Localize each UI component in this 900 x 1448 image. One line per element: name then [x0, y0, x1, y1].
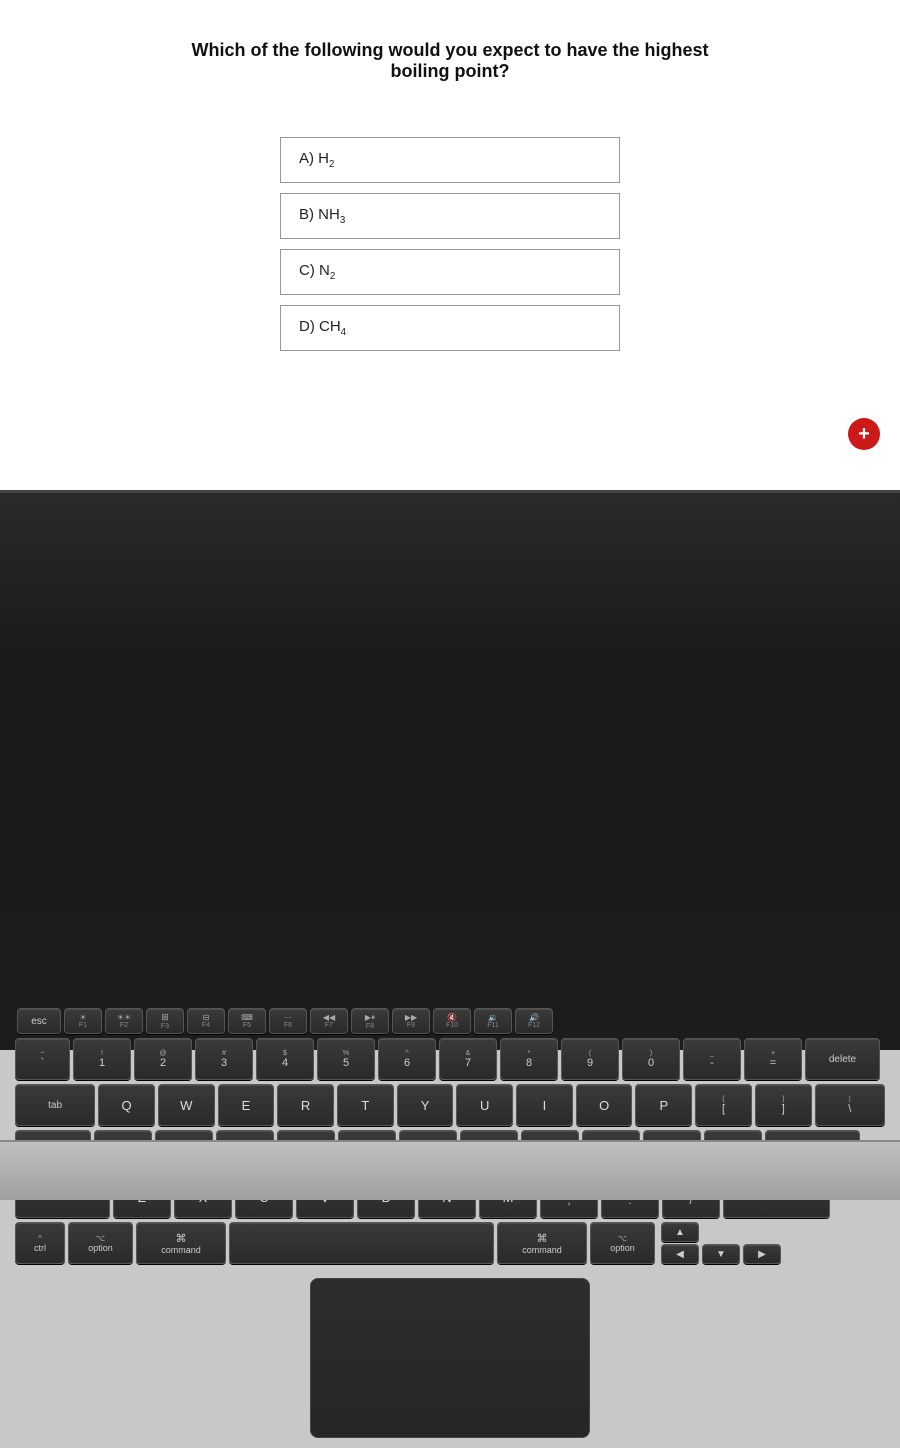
- key-arrow-right[interactable]: ▶: [743, 1244, 781, 1264]
- key-ctrl[interactable]: ^ ctrl: [15, 1222, 65, 1264]
- key-f3[interactable]: ⊞ F3: [146, 1008, 184, 1034]
- bottom-modifier-row: ^ ctrl ⌥ option ⌘ command ⌘ command ⌥ op…: [15, 1222, 885, 1264]
- key-f5[interactable]: ⌨ F5: [228, 1008, 266, 1034]
- key-5[interactable]: % 5: [317, 1038, 375, 1080]
- key-f8[interactable]: ▶⏸ F8: [351, 1008, 389, 1034]
- key-6[interactable]: ^ 6: [378, 1038, 436, 1080]
- plus-button[interactable]: +: [848, 418, 880, 450]
- key-rbracket[interactable]: } ]: [755, 1084, 812, 1126]
- key-i[interactable]: I: [516, 1084, 573, 1126]
- key-t[interactable]: T: [337, 1084, 394, 1126]
- answer-option-b[interactable]: B) NH3: [280, 193, 620, 239]
- key-e[interactable]: E: [218, 1084, 275, 1126]
- key-f12[interactable]: 🔊 F12: [515, 1008, 553, 1034]
- key-w[interactable]: W: [158, 1084, 215, 1126]
- key-f4[interactable]: ⊟ F4: [187, 1008, 225, 1034]
- screen-area: Which of the following would you expect …: [0, 0, 900, 530]
- key-1[interactable]: ! 1: [73, 1038, 131, 1080]
- key-7[interactable]: & 7: [439, 1038, 497, 1080]
- key-3[interactable]: # 3: [195, 1038, 253, 1080]
- key-f10[interactable]: 🔇 F10: [433, 1008, 471, 1034]
- key-arrow-up[interactable]: ▲: [661, 1222, 699, 1242]
- answer-option-c[interactable]: C) N2: [280, 249, 620, 295]
- key-f7[interactable]: ◀◀ F7: [310, 1008, 348, 1034]
- fn-row: esc ☀ F1 ☀☀ F2 ⊞ F3 ⊟ F4 ⌨ F5: [15, 1008, 885, 1034]
- laptop-bottom-strip: [0, 1140, 900, 1200]
- key-y[interactable]: Y: [397, 1084, 454, 1126]
- key-f11[interactable]: 🔉 F11: [474, 1008, 512, 1034]
- key-4[interactable]: $ 4: [256, 1038, 314, 1080]
- key-esc[interactable]: esc: [17, 1008, 61, 1034]
- question-text: Which of the following would you expect …: [80, 40, 820, 112]
- laptop-bezel: esc ☀ F1 ☀☀ F2 ⊞ F3 ⊟ F4 ⌨ F5: [0, 490, 900, 1050]
- answers-container: A) H2 B) NH3 C) N2 D) CH4: [0, 137, 900, 351]
- keyboard-area: esc ☀ F1 ☀☀ F2 ⊞ F3 ⊟ F4 ⌨ F5: [15, 1008, 885, 1448]
- key-option-right[interactable]: ⌥ option: [590, 1222, 655, 1264]
- key-0[interactable]: ) 0: [622, 1038, 680, 1080]
- key-f9[interactable]: ▶▶ F9: [392, 1008, 430, 1034]
- key-o[interactable]: O: [576, 1084, 633, 1126]
- key-u[interactable]: U: [456, 1084, 513, 1126]
- key-space[interactable]: [229, 1222, 494, 1264]
- key-tab[interactable]: tab: [15, 1084, 95, 1126]
- key-equals[interactable]: + =: [744, 1038, 802, 1080]
- key-lbracket[interactable]: { [: [695, 1084, 752, 1126]
- key-2[interactable]: @ 2: [134, 1038, 192, 1080]
- question-header: [0, 0, 900, 20]
- key-q[interactable]: Q: [98, 1084, 155, 1126]
- key-delete[interactable]: delete: [805, 1038, 880, 1080]
- quiz-content: Which of the following would you expect …: [0, 0, 900, 490]
- trackpad[interactable]: [310, 1278, 590, 1438]
- answer-option-d[interactable]: D) CH4: [280, 305, 620, 351]
- number-row: ~ ` ! 1 @ 2 # 3 $ 4 % 5: [15, 1038, 885, 1080]
- key-p[interactable]: P: [635, 1084, 692, 1126]
- key-minus[interactable]: _ -: [683, 1038, 741, 1080]
- key-9[interactable]: ( 9: [561, 1038, 619, 1080]
- key-f6[interactable]: ··· F6: [269, 1008, 307, 1034]
- key-tilde[interactable]: ~ `: [15, 1038, 70, 1080]
- answer-option-a[interactable]: A) H2: [280, 137, 620, 183]
- key-arrow-down[interactable]: ▼: [702, 1244, 740, 1264]
- key-option-left[interactable]: ⌥ option: [68, 1222, 133, 1264]
- key-backslash[interactable]: | \: [815, 1084, 885, 1126]
- key-f2[interactable]: ☀☀ F2: [105, 1008, 143, 1034]
- key-command-left[interactable]: ⌘ command: [136, 1222, 226, 1264]
- qwerty-row: tab Q W E R T Y U I O P { [ } ] | \: [15, 1084, 885, 1126]
- key-r[interactable]: R: [277, 1084, 334, 1126]
- key-command-right[interactable]: ⌘ command: [497, 1222, 587, 1264]
- key-arrow-left[interactable]: ◀: [661, 1244, 699, 1264]
- key-8[interactable]: * 8: [500, 1038, 558, 1080]
- key-f1[interactable]: ☀ F1: [64, 1008, 102, 1034]
